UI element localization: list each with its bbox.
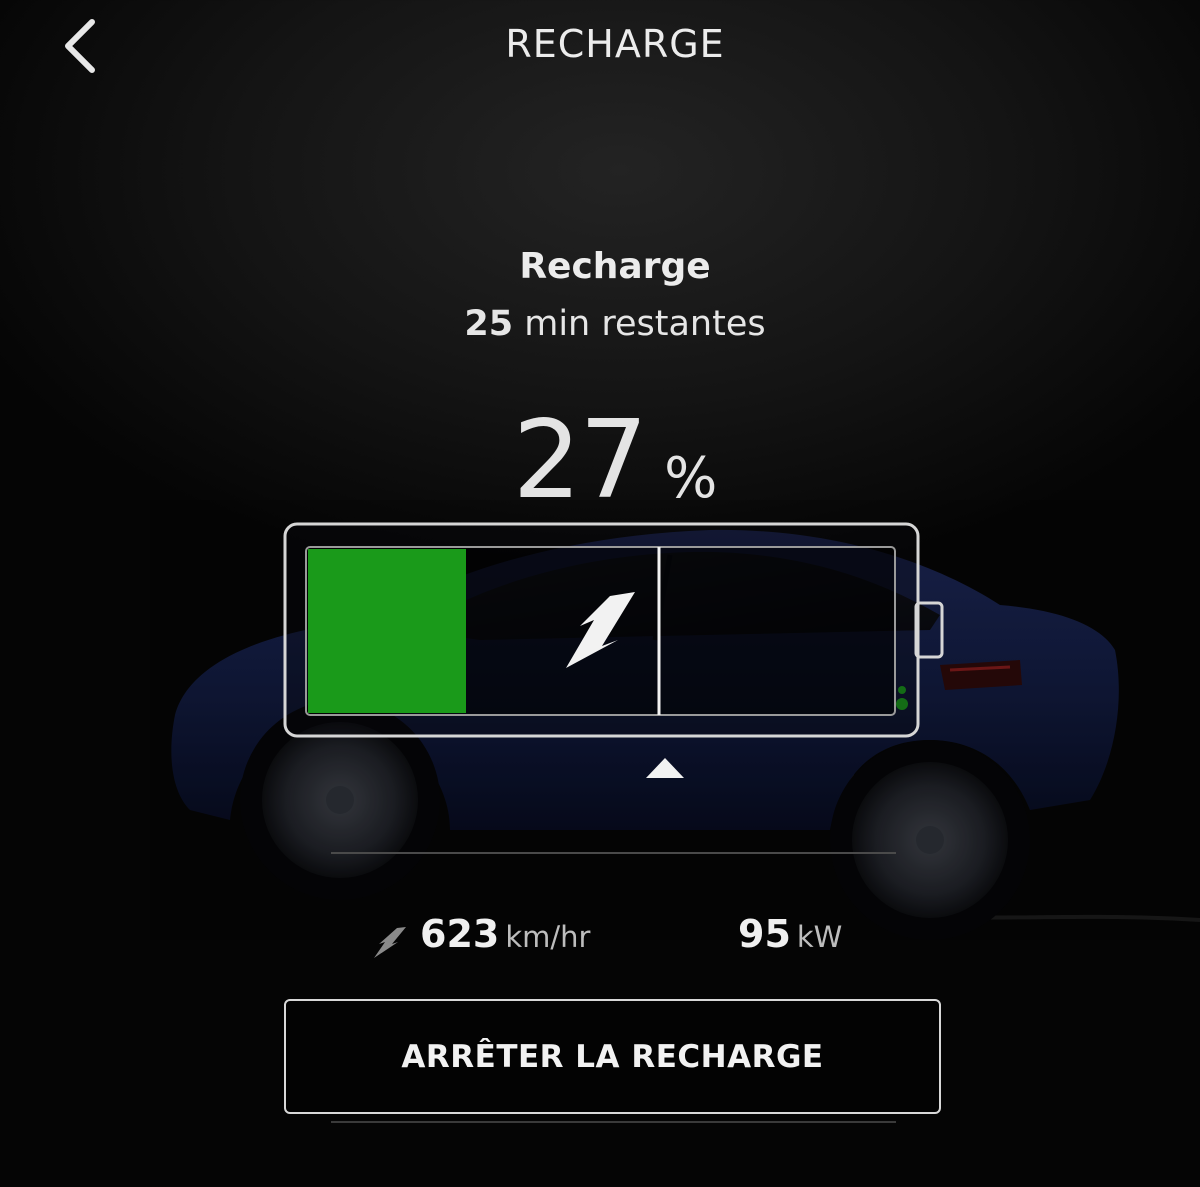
divider xyxy=(331,1121,896,1123)
lightning-bolt-icon xyxy=(374,927,406,958)
charge-power-unit: kW xyxy=(796,920,843,954)
triangle-up-icon xyxy=(646,758,684,778)
page-title: RECHARGE xyxy=(505,22,725,66)
divider xyxy=(331,852,896,854)
battery-gauge xyxy=(283,522,944,738)
time-remaining: 25 min restantes xyxy=(0,304,1200,344)
charge-power-value: 95 xyxy=(738,912,791,956)
charge-power: 95 kW xyxy=(738,912,842,972)
charge-limit-handle[interactable] xyxy=(640,752,690,786)
stop-charging-button[interactable]: ARRÊTER LA RECHARGE xyxy=(284,999,941,1114)
charging-status-title: Recharge xyxy=(519,246,711,287)
time-remaining-label: min restantes xyxy=(524,304,766,344)
time-remaining-value: 25 xyxy=(464,304,514,344)
charge-rate: 623 km/hr xyxy=(370,912,590,972)
battery-fill xyxy=(308,549,466,713)
charge-rate-unit: km/hr xyxy=(505,920,591,954)
charge-rate-value: 623 xyxy=(420,912,500,956)
